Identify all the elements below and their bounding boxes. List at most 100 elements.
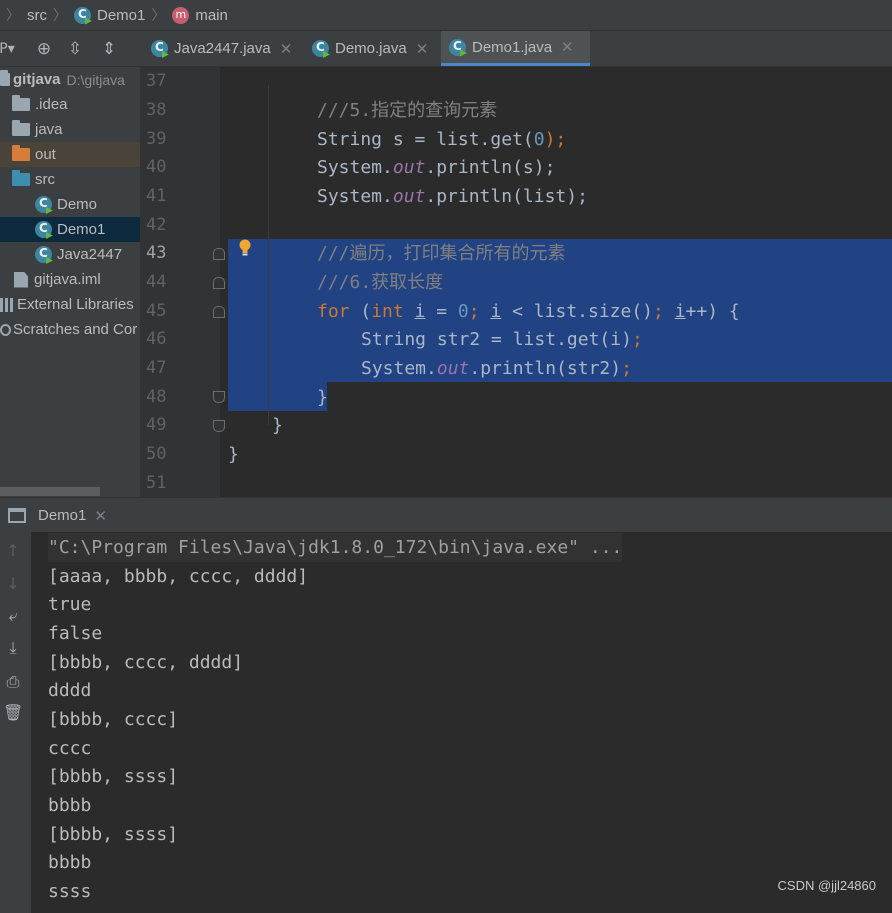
console-output[interactable]: "C:\Program Files\Java\jdk1.8.0_172\bin\… [31,532,892,913]
project-dropdown-icon[interactable]: P▾ [0,37,20,61]
tab-label: Demo.java [335,40,407,57]
code-line-43: ///遍历，打印集合所有的元素 [317,243,566,264]
tree-item-label: Java2447 [57,246,123,263]
run-tab-label: Demo1 [38,507,87,524]
soft-wrap-icon[interactable]: ⤶ [3,606,23,626]
tree-item-label: External Libraries [17,296,134,313]
arrow-up-icon[interactable]: ↑ [3,541,23,561]
code-line-44: ///6.获取长度 [317,272,444,293]
expand-all-icon[interactable]: ⇳ [63,37,87,61]
scroll-to-end-icon[interactable]: ⤓ [3,638,23,658]
tree-item-label: .idea [35,96,68,113]
console-line: bbbb [48,852,92,873]
tree-item-java2447[interactable]: Java2447 [0,242,140,267]
folder-icon [12,120,30,136]
tab-label: Demo1.java [472,38,553,56]
console-line: dddd [48,680,92,701]
excluded-folder-icon [12,145,30,161]
close-icon[interactable]: ✕ [561,38,574,56]
line-number: 37 [146,71,167,91]
tree-item-src[interactable]: src [0,167,140,192]
class-icon [151,40,168,57]
close-icon[interactable]: ✕ [94,507,107,525]
close-icon[interactable]: ✕ [416,40,429,58]
line-number: 46 [146,329,167,349]
locate-icon[interactable]: ⊕ [32,37,56,61]
code-line-38: ///5.指定的查询元素 [317,100,498,121]
tree-item-scratches[interactable]: Scratches and Cor [0,317,140,342]
tree-item-label: Demo1 [57,221,106,238]
tree-root-label: gitjava [13,71,61,88]
tree-item-demo1[interactable]: Demo1 [0,217,140,242]
tree-item-out[interactable]: out [0,142,140,167]
breadcrumb-separator: 〉 [151,7,166,23]
scratches-icon [0,323,11,336]
line-number: 48 [146,387,167,407]
tree-root-gitjava[interactable]: gitjava D:\gitjava [0,67,140,92]
tree-item-label: out [35,146,56,163]
tree-item-label: Scratches and Cor [13,321,138,338]
iml-file-icon [14,271,28,288]
print-icon[interactable]: ⎙ [3,672,23,692]
class-icon [449,38,466,56]
close-icon[interactable]: ✕ [280,40,293,58]
code-line-40: System.out.println(s); [317,157,556,178]
run-toolbar: ↑ ↓ ⤶ ⤓ ⎙ 🗑 [0,532,31,913]
console-line: [bbbb, cccc] [48,709,179,730]
line-number: 47 [146,358,167,378]
code-line-50: } [228,444,239,465]
arrow-down-icon[interactable]: ↓ [3,574,23,594]
console-line: cccc [48,738,92,759]
run-tab-demo1[interactable]: Demo1 ✕ [0,498,130,533]
line-number: 38 [146,100,167,120]
line-number: 39 [146,129,167,149]
breadcrumb-item-demo1[interactable]: Demo1 [97,7,145,24]
folder-icon [12,95,30,111]
breadcrumb-item-src[interactable]: src [27,7,47,24]
class-icon [312,40,329,57]
console-line: false [48,623,103,644]
line-number: 44 [146,272,167,292]
code-line-39: String s = list.get(0); [317,129,567,150]
libraries-icon [0,297,13,312]
project-tree: gitjava D:\gitjava .idea java out src De… [0,67,140,497]
console-command-line: "C:\Program Files\Java\jdk1.8.0_172\bin\… [48,533,623,562]
source-folder-icon [12,170,30,186]
fold-marker-icon[interactable] [213,306,225,318]
tab-demo[interactable]: Demo.java ✕ [304,31,440,66]
text-selection [228,382,327,411]
fold-marker-icon[interactable] [213,248,225,260]
tab-label: Java2447.java [174,40,271,57]
horizontal-scrollbar[interactable] [0,487,100,496]
indent-guide [268,85,269,425]
code-line-45: for (int i = 0; i < list.size(); i++) { [317,301,740,322]
tree-item-label: gitjava.iml [34,271,101,288]
fold-marker-icon[interactable] [213,277,225,289]
collapse-all-icon[interactable]: ⇕ [97,37,121,61]
module-folder-icon [0,70,10,86]
breadcrumb-separator: 〉 [53,7,67,23]
tree-item-demo[interactable]: Demo [0,192,140,217]
code-line-49: } [272,415,283,436]
console-line: ssss [48,881,92,902]
tree-item-idea[interactable]: .idea [0,92,140,117]
tree-item-label: src [35,171,55,188]
console-icon [8,508,26,523]
class-icon [35,196,52,213]
class-icon [35,246,52,263]
tree-item-external-libraries[interactable]: External Libraries [0,292,140,317]
breadcrumb-item-main[interactable]: main [195,7,228,24]
fold-marker-icon[interactable] [213,420,225,432]
line-number: 50 [146,444,167,464]
run-tool-window-header: Demo1 ✕ [0,497,892,532]
code-line-41: System.out.println(list); [317,186,588,207]
tab-demo1[interactable]: Demo1.java ✕ [441,31,590,66]
tree-item-java[interactable]: java [0,117,140,142]
trash-icon[interactable]: 🗑 [3,703,23,723]
lightbulb-icon[interactable] [238,239,252,257]
tree-root-path: D:\gitjava [66,71,125,88]
tab-java2447[interactable]: Java2447.java ✕ [143,31,303,66]
tree-item-gitjava-iml[interactable]: gitjava.iml [0,267,140,292]
fold-marker-icon[interactable] [213,391,225,403]
editor-tab-bar: P▾ ⊕ ⇳ ⇕ Java2447.java ✕ Demo.java ✕ Dem… [0,31,892,67]
